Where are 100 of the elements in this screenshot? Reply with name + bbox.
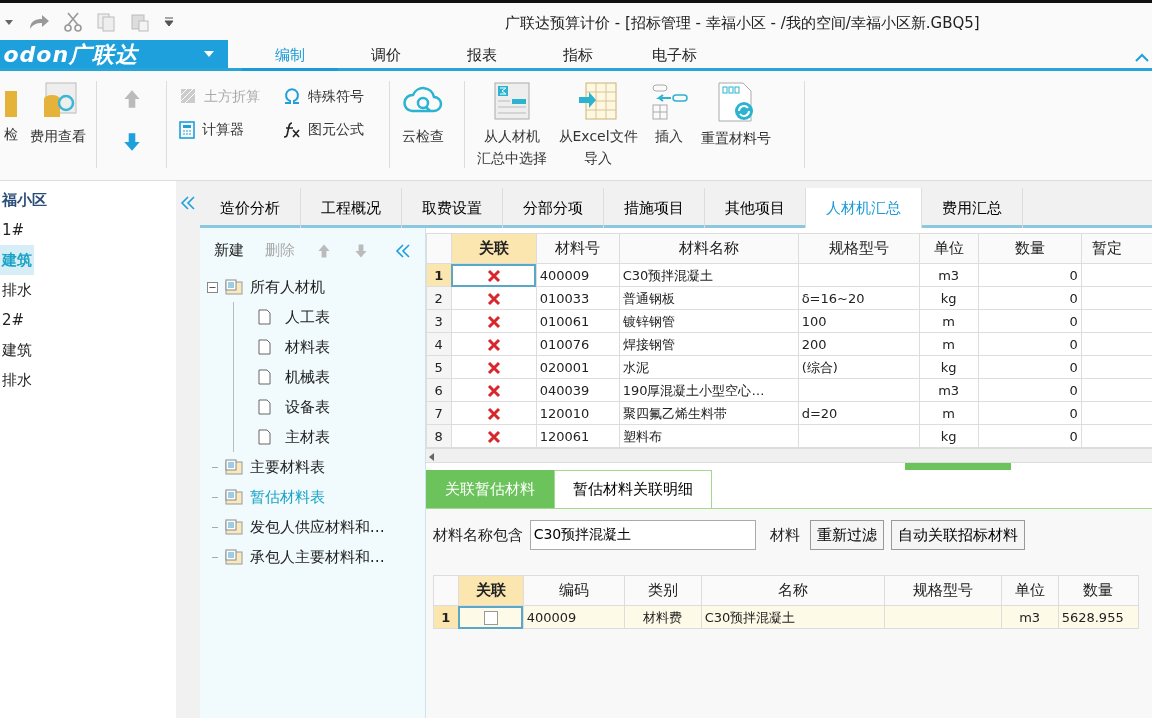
column-header[interactable]: 名称 [777, 581, 808, 600]
table-cell: m [919, 332, 979, 356]
paste-icon[interactable] [129, 11, 150, 32]
x-icon[interactable] [486, 315, 501, 329]
tree-item[interactable]: 材料表 [284, 335, 330, 359]
tree-item[interactable]: 人工表 [284, 305, 330, 329]
table-cell: 塑料布 [619, 424, 799, 448]
ribbon-button[interactable]: 从人材机 汇总中选择 [473, 81, 551, 169]
splitter-handle[interactable] [904, 463, 1011, 470]
collapse-icon[interactable] [179, 195, 196, 211]
x-icon[interactable] [486, 361, 501, 375]
collapse-ribbon-icon[interactable] [1134, 53, 1149, 63]
filter-button[interactable]: 自动关联招标材料 [891, 520, 1026, 550]
table-cell: 400009 [523, 605, 625, 629]
window-title: 广联达预算计价 - [招标管理 - 幸福小区 - /我的空间/幸福小区新.GBQ5] [505, 13, 980, 34]
sigma-table-icon [494, 81, 530, 121]
table-cell: m3 [919, 263, 979, 287]
ribbon-button[interactable]: 费用查看 [25, 81, 90, 147]
table-icon [224, 459, 243, 475]
x-icon[interactable] [486, 269, 501, 283]
table-cell: C30预拌混凝土 [701, 605, 885, 629]
ribbon-tab[interactable]: 调价 [338, 40, 434, 68]
tree-item[interactable]: 建筑 [0, 334, 34, 365]
table-icon [224, 549, 243, 565]
table-cell: 0 [978, 332, 1082, 356]
table-cell: 0 [978, 424, 1082, 448]
table-icon [224, 519, 243, 535]
tree-item[interactable]: 1# [0, 214, 27, 245]
checkbox[interactable] [483, 611, 498, 625]
tree-item[interactable]: 设备表 [284, 395, 330, 419]
row-number: 1 [433, 605, 459, 629]
table-cell: δ=16~20 [798, 286, 920, 310]
document-icon [257, 429, 271, 445]
view-tab[interactable]: 措施项目 [603, 188, 705, 228]
table-cell: 040039 [536, 378, 620, 402]
table-cell: 5628.955 [1058, 605, 1139, 629]
row-number: 8 [426, 424, 452, 448]
table-cell: 水泥 [619, 355, 799, 379]
detail-tab[interactable]: 暂估材料关联明细 [553, 470, 712, 508]
ribbon-button[interactable]: 插入 [645, 81, 694, 147]
table-cell: d=20 [798, 401, 920, 425]
tree-item[interactable]: 排水 [0, 364, 34, 395]
ribbon-button[interactable]: 图元公式 [278, 114, 379, 145]
tree-item[interactable]: 所有人材机 [249, 275, 325, 299]
ribbon-button[interactable]: 重置材料号 [696, 81, 775, 149]
tree-item[interactable]: 主要材料表 [249, 455, 325, 479]
filter-button[interactable]: 重新过滤 [810, 520, 885, 550]
ribbon-button[interactable]: 云检查 [398, 81, 448, 147]
calculator-icon [179, 120, 195, 139]
tree-item[interactable]: 发包人供应材料和… [249, 515, 385, 539]
table-cell: C30预拌混凝土 [619, 263, 799, 287]
ribbon-button[interactable]: 检 [0, 81, 22, 145]
table-cell: kg [919, 424, 979, 448]
row-number: 2 [426, 286, 452, 310]
tree-item[interactable]: 排水 [0, 274, 34, 305]
x-icon[interactable] [486, 338, 501, 352]
table-cell: 0 [978, 401, 1082, 425]
filter-field[interactable]: C30预拌混凝土 [529, 520, 756, 550]
tree-item[interactable]: 机械表 [284, 365, 330, 389]
redo-icon[interactable] [27, 12, 50, 31]
table-cell: kg [919, 286, 979, 310]
cut-icon[interactable] [63, 10, 82, 33]
collapse-toggle-icon[interactable] [206, 281, 218, 293]
table-cell: 020001 [536, 355, 620, 379]
ribbon-tab[interactable]: 报表 [434, 40, 530, 68]
document-icon [257, 309, 271, 325]
table-cell: 聚四氟乙烯生料带 [619, 401, 799, 425]
row-number: 7 [426, 401, 452, 425]
x-icon[interactable] [486, 384, 501, 398]
ribbon-button[interactable]: 从Excel文件 导入 [554, 81, 642, 169]
view-tab[interactable]: 其他项目 [704, 188, 806, 228]
function-icon [282, 120, 301, 139]
tree-item[interactable]: 福小区 [0, 184, 49, 215]
pattern-icon [179, 87, 197, 105]
ribbon-button[interactable]: 特殊符号 [278, 81, 379, 111]
table-cell: m3 [919, 378, 979, 402]
customize-icon[interactable] [163, 15, 174, 28]
copy-icon[interactable] [95, 11, 116, 32]
ribbon-button[interactable]: 计算器 [175, 114, 275, 145]
tree-item[interactable]: 主材表 [284, 425, 330, 449]
filter-label: 材料 [769, 524, 800, 546]
ribbon-tab[interactable]: 电子标 [626, 40, 722, 68]
ribbon-tab[interactable]: 指标 [530, 40, 626, 68]
x-icon[interactable] [486, 430, 501, 444]
view-tab[interactable]: 分部分项 [502, 188, 604, 228]
new-button[interactable]: 新建 [213, 238, 244, 262]
column-header[interactable]: 编码 [558, 581, 589, 600]
table-icon [224, 279, 243, 295]
tree-item[interactable]: 2# [0, 304, 27, 335]
view-tab[interactable]: 费用汇总 [921, 188, 1023, 228]
document-icon [257, 339, 271, 355]
omega-icon [282, 87, 301, 105]
tree-item[interactable]: 承包人主要材料和… [249, 545, 385, 569]
x-icon[interactable] [486, 407, 501, 421]
table-cell: 010061 [536, 309, 620, 333]
column-header[interactable]: 数量 [1014, 239, 1045, 258]
table-cell: 材料费 [624, 605, 702, 629]
collapse-icon[interactable] [394, 242, 411, 259]
table-cell: 190厚混凝土小型空心… [619, 378, 799, 402]
x-icon[interactable] [486, 292, 501, 306]
